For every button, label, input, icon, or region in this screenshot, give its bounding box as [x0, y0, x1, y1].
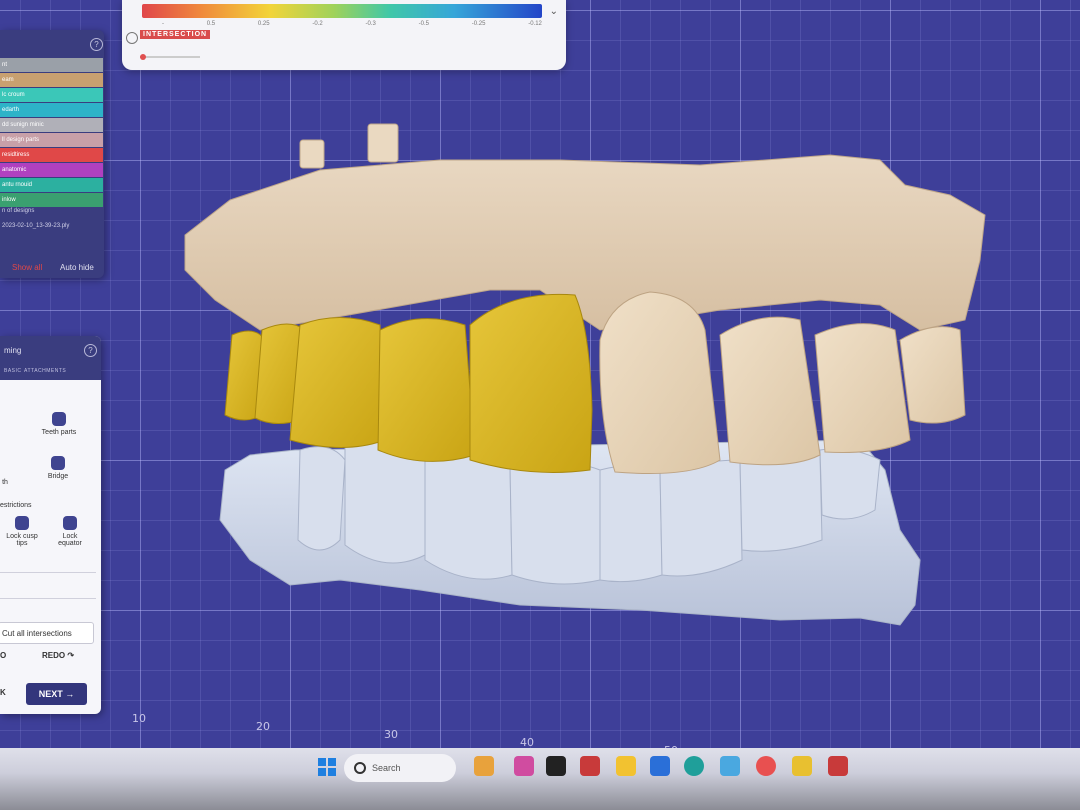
scale-tick: -: [162, 21, 164, 27]
auto-hide-button[interactable]: Auto hide: [60, 263, 94, 272]
lock-cusp-icon: [15, 516, 29, 530]
scale-tick: 0.25: [257, 21, 270, 27]
layer-item[interactable]: anatomic: [0, 163, 103, 177]
show-all-button[interactable]: Show all: [12, 263, 42, 272]
search-icon: [354, 762, 366, 774]
tab-basic[interactable]: BASIC: [4, 368, 22, 374]
back-button[interactable]: K: [0, 688, 6, 697]
restrictions-label: estrictions: [0, 502, 32, 509]
axis-label: 20: [256, 720, 270, 733]
tools-panel-header: ming ? BASIC ATTACHMENTS: [0, 336, 101, 380]
layer-item[interactable]: edarth: [0, 103, 103, 117]
file-explorer-icon[interactable]: [616, 756, 636, 776]
layer-item[interactable]: eam: [0, 73, 103, 87]
layer-item[interactable]: dd sunign minic: [0, 118, 103, 132]
layer-item[interactable]: inlow: [0, 193, 103, 207]
apps-icon[interactable]: [514, 756, 534, 776]
color-scale-panel: - 0.5 0.25 -0.2 -0.3 -0.5 -0.25 -0.12 IN…: [122, 0, 566, 70]
teeth-parts-icon: [52, 412, 66, 426]
lock-equator-icon: [63, 516, 77, 530]
edge-icon[interactable]: [684, 756, 704, 776]
app-icon[interactable]: [792, 756, 812, 776]
layer-item[interactable]: lc croum: [0, 88, 103, 102]
layer-item[interactable]: residtiress: [0, 148, 103, 162]
scale-settings-icon[interactable]: [126, 32, 138, 44]
teeth-tool[interactable]: th: [0, 479, 10, 486]
bridge-tool[interactable]: Bridge: [40, 456, 76, 480]
cad-app-icon[interactable]: [828, 756, 848, 776]
scale-slider[interactable]: [140, 54, 200, 60]
scale-tick: -0.12: [528, 21, 542, 27]
widgets-icon[interactable]: [474, 756, 494, 776]
lock-equator-tool[interactable]: Lock equator: [50, 516, 90, 547]
file-name: 2023-02-10_13-39-23.ply: [2, 223, 70, 229]
task-view-icon[interactable]: [546, 756, 566, 776]
help-icon[interactable]: ?: [90, 38, 103, 51]
teeth-parts-tool[interactable]: Teeth parts: [36, 412, 82, 436]
bridge-icon: [51, 456, 65, 470]
help-icon[interactable]: ?: [84, 344, 97, 357]
layer-item[interactable]: ll design parts: [0, 133, 103, 147]
tools-panel-title: ming: [4, 346, 22, 355]
3d-viewport[interactable]: [0, 0, 1080, 760]
layer-item[interactable]: nt: [0, 58, 103, 72]
axis-label: 30: [384, 728, 398, 741]
scale-tick: -0.3: [365, 21, 376, 27]
next-button[interactable]: NEXT →: [26, 683, 87, 705]
taskbar-search[interactable]: Search: [344, 754, 456, 782]
scale-tick: 0.5: [206, 21, 216, 27]
divider: [0, 572, 96, 573]
app-icon[interactable]: [720, 756, 740, 776]
scale-tick: -0.5: [418, 21, 429, 27]
scale-tick: -0.25: [471, 21, 486, 27]
designs-label: n of designs: [2, 208, 35, 214]
axis-label: 10: [132, 712, 146, 725]
scale-ticks: - 0.5 0.25 -0.2 -0.3 -0.5 -0.25 -0.12: [162, 21, 542, 27]
taskbar: [0, 748, 1080, 810]
windows-start-icon[interactable]: [318, 758, 336, 776]
record-icon[interactable]: [756, 756, 776, 776]
tab-attachments[interactable]: ATTACHMENTS: [24, 368, 66, 374]
layers-panel: ? nt eam lc croum edarth dd sunign minic…: [0, 30, 104, 278]
undo-button[interactable]: O: [0, 651, 6, 660]
cut-intersections-button[interactable]: Cut all intersections: [0, 622, 94, 644]
intersection-color-bar: [142, 4, 542, 18]
scale-tick: -0.2: [312, 21, 323, 27]
lock-cusp-tool[interactable]: Lock cusp tips: [2, 516, 42, 547]
layer-item[interactable]: antu rnouid: [0, 178, 103, 192]
cad-app-icon[interactable]: [580, 756, 600, 776]
divider: [0, 598, 96, 599]
chevron-down-icon[interactable]: ⌄: [550, 6, 558, 17]
redo-button[interactable]: REDO ↷: [42, 651, 74, 660]
scale-title: INTERSECTION: [140, 30, 211, 39]
store-icon[interactable]: [650, 756, 670, 776]
